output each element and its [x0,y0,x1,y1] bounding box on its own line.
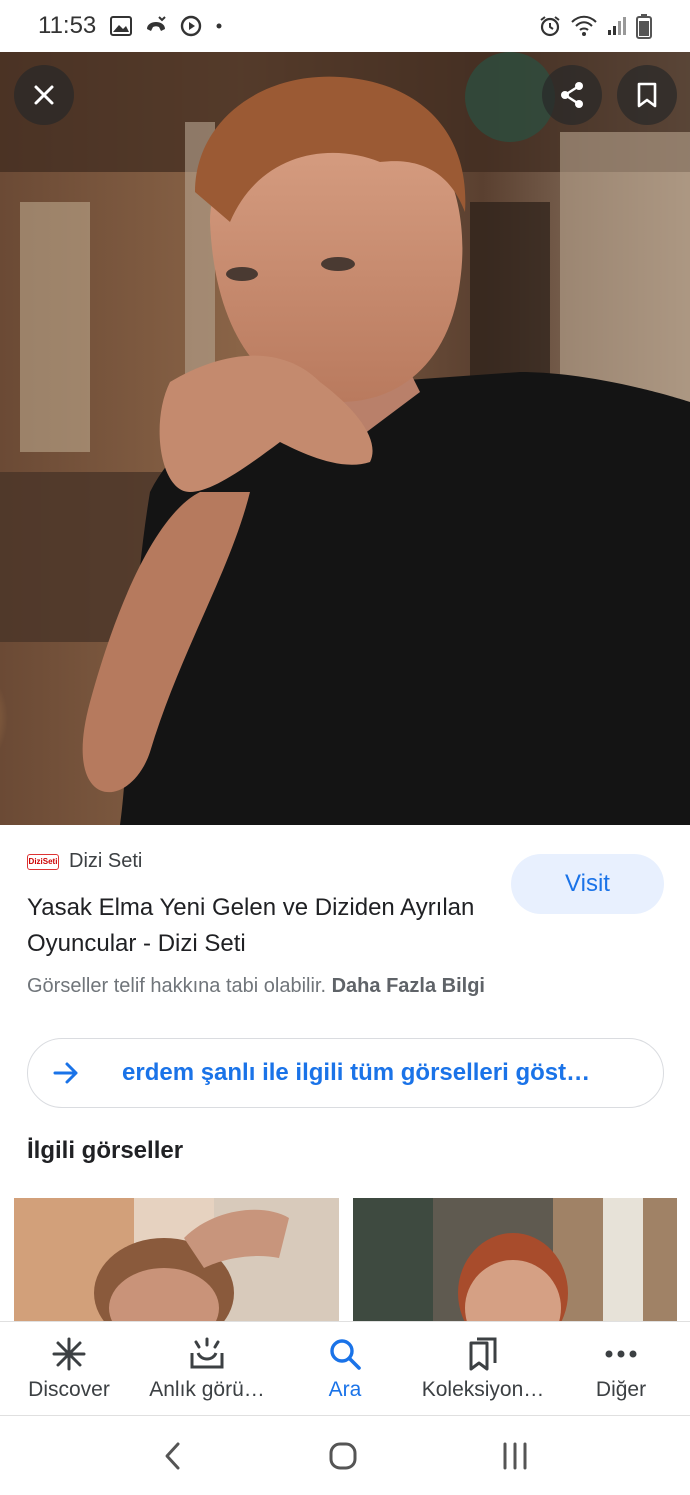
nav-item-collections[interactable]: Koleksiyon… [414,1322,552,1415]
portrait-photo [0,52,690,825]
status-bar: 11:53 [0,0,690,52]
more-icon [605,1350,637,1357]
more-info-link[interactable]: Daha Fazla Bilgi [332,975,485,997]
media-icon [181,15,202,37]
save-button[interactable] [617,65,677,125]
related-photo [14,1198,339,1321]
signal-icon [608,17,626,35]
battery-icon [636,14,652,39]
system-navigation-bar [0,1416,690,1495]
dot-icon [216,23,222,29]
copyright-text: Görseller telif hakkına tabi olabilir. [27,975,327,997]
discover-icon [52,1337,86,1370]
recents-icon[interactable] [501,1442,529,1470]
related-photo [353,1198,677,1321]
nav-item-more[interactable]: Diğer [552,1322,690,1415]
nav-label: Ara [328,1377,362,1401]
wifi-icon [571,15,597,36]
nav-label: Koleksiyon… [421,1377,545,1401]
nav-item-snapshot[interactable]: Anlık görü… [138,1322,276,1415]
alarm-icon [540,16,560,37]
source-row[interactable]: DiziSeti Dizi Seti [27,850,142,873]
bookmark-icon [637,82,657,108]
collections-icon [469,1337,497,1370]
back-icon[interactable] [161,1441,185,1471]
result-title[interactable]: Yasak Elma Yeni Gelen ve Diziden Ayrılan… [27,890,487,962]
copyright-notice: Görseller telif hakkına tabi olabilir. D… [27,975,485,998]
bottom-navigation: Discover Anlık görü… Ara Koleksiyon… Diğ… [0,1321,690,1416]
close-button[interactable] [14,65,74,125]
close-icon [34,85,54,105]
home-icon[interactable] [328,1441,358,1471]
search-icon [330,1338,361,1370]
snapshot-icon [190,1337,224,1368]
source-logo: DiziSeti [27,853,59,870]
share-icon [561,82,583,108]
visit-button[interactable]: Visit [511,854,664,914]
missed-call-icon [147,16,166,31]
source-name: Dizi Seti [69,850,143,872]
show-all-label: erdem şanlı ile ilgili tüm görselleri gö… [122,1059,591,1086]
nav-item-discover[interactable]: Discover [0,1322,138,1415]
arrow-right-icon [53,1062,78,1084]
image-icon [110,16,133,36]
nav-label: Anlık görü… [149,1377,265,1401]
related-images-heading: İlgili görseller [27,1137,184,1164]
show-all-images-button[interactable]: erdem şanlı ile ilgili tüm görselleri gö… [27,1038,664,1108]
related-image-thumb[interactable] [353,1198,677,1321]
share-button[interactable] [542,65,602,125]
nav-label: Discover [28,1377,110,1401]
related-image-thumb[interactable] [14,1198,339,1321]
status-time: 11:53 [38,12,97,39]
nav-label: Diğer [595,1377,647,1401]
hero-image[interactable] [0,52,690,825]
nav-item-search[interactable]: Ara [276,1322,414,1415]
